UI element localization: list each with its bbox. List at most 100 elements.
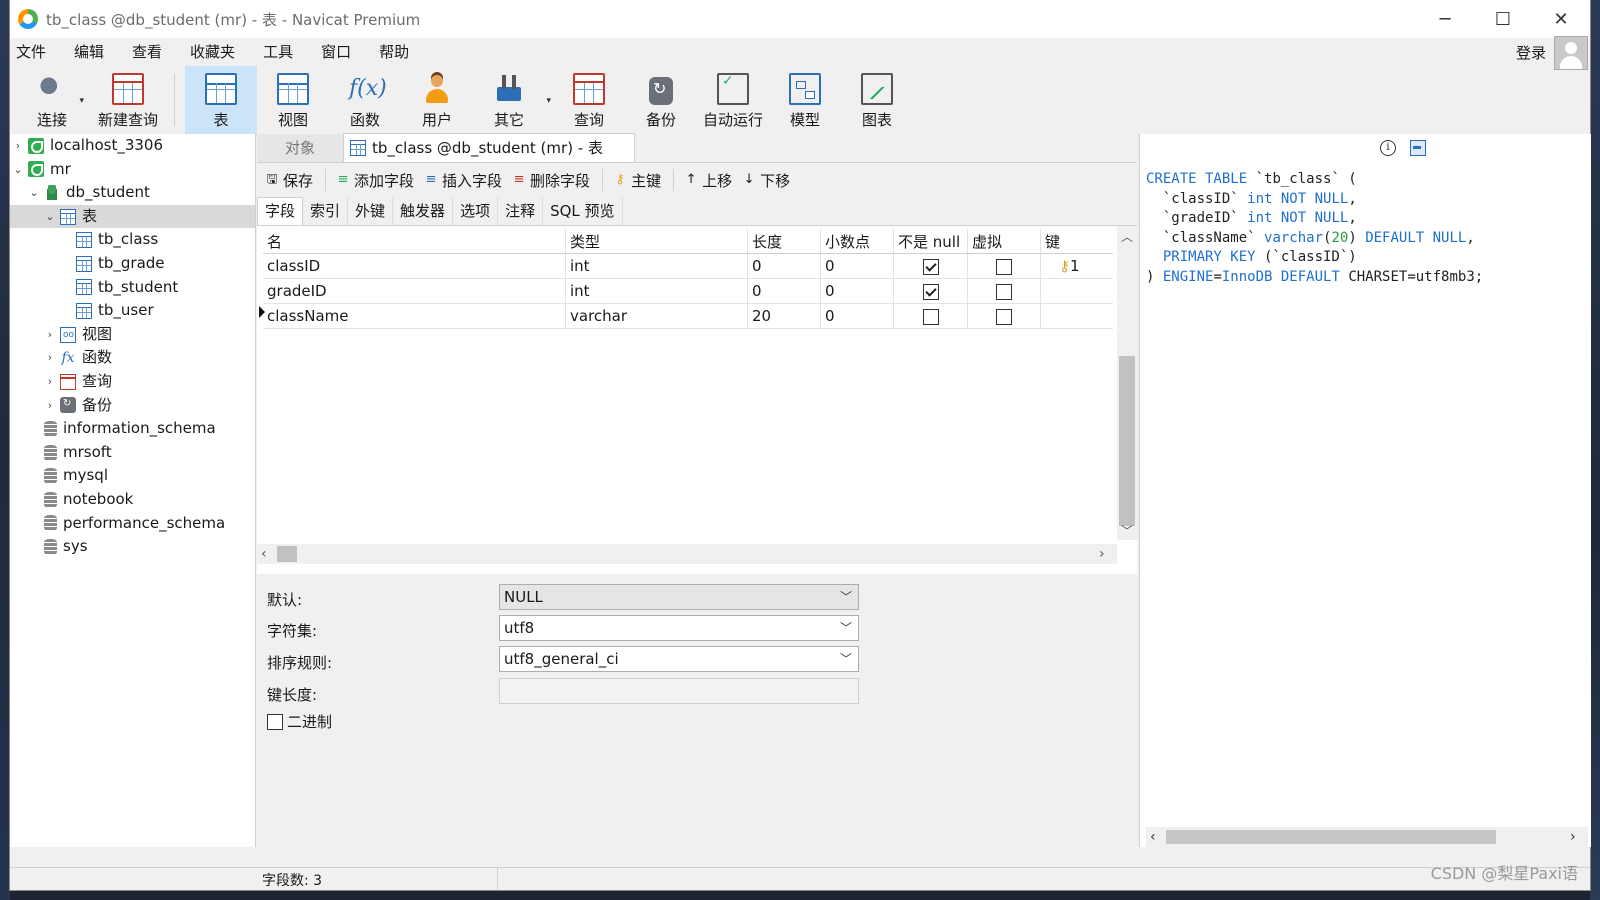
tree-item-sys[interactable]: sys — [10, 535, 255, 559]
expand-chevron-icon[interactable]: › — [42, 346, 58, 370]
tree-item-views[interactable]: › 视图 — [10, 323, 255, 347]
scroll-up-icon[interactable]: ︿ — [1117, 228, 1137, 245]
key-cell[interactable] — [1040, 303, 1113, 329]
tab-triggers[interactable]: 触发器 — [393, 198, 454, 225]
tab-options[interactable]: 选项 — [453, 198, 499, 225]
tree-item-mrsoft[interactable]: mrsoft — [10, 441, 255, 465]
scroll-right-icon[interactable]: › — [1099, 544, 1105, 564]
menu-edit[interactable]: 编辑 — [60, 38, 118, 66]
column-header-name[interactable]: 名 — [263, 229, 566, 254]
field-name-cell[interactable]: className — [263, 303, 566, 329]
menu-favorites[interactable]: 收藏夹 — [176, 38, 249, 66]
tree-item-localhost_3306[interactable]: › localhost_3306 — [10, 134, 255, 158]
close-button[interactable]: ✕ — [1532, 0, 1590, 38]
toolbar-function-button[interactable]: f(x) 函数 — [329, 66, 401, 134]
virtual-checkbox[interactable] — [996, 308, 1012, 325]
expand-chevron-icon[interactable]: › — [42, 394, 58, 418]
horizontal-scrollbar[interactable]: ‹ › — [257, 544, 1117, 564]
scroll-right-icon[interactable]: › — [1570, 827, 1576, 847]
vertical-scrollbar[interactable]: ︿ ﹀ — [1117, 226, 1137, 540]
scroll-down-icon[interactable]: ﹀ — [1117, 522, 1137, 539]
scroll-left-icon[interactable]: ‹ — [261, 544, 267, 564]
field-type-cell[interactable]: int — [565, 253, 748, 279]
field-decimals-cell[interactable]: 0 — [820, 278, 894, 304]
tree-item-tables[interactable]: ⌄ 表 — [10, 204, 255, 229]
tab-table-designer[interactable]: tb_class @db_student (mr) - 表 — [343, 133, 635, 162]
primary-key-button[interactable]: ⚷ 主键 — [609, 170, 665, 191]
tab-foreign-keys[interactable]: 外键 — [348, 198, 394, 225]
toolbar-new-query-button[interactable]: 新建查询 — [92, 66, 164, 134]
insert-field-button[interactable]: ≡ 插入字段 — [420, 170, 506, 191]
tree-item-tb_user[interactable]: tb_user — [10, 299, 255, 323]
move-down-button[interactable]: ↓ 下移 — [738, 170, 794, 191]
scrollbar-thumb[interactable] — [277, 546, 297, 562]
toolbar-query-button[interactable]: 查询 — [553, 66, 625, 134]
tree-item-mysql[interactable]: mysql — [10, 464, 255, 488]
tree-item-mr[interactable]: ⌄ mr — [10, 158, 255, 182]
column-header-key[interactable]: 键 — [1040, 229, 1113, 254]
expand-chevron-icon[interactable]: › — [42, 370, 58, 394]
dropdown-arrow-icon[interactable]: ▾ — [546, 96, 551, 106]
field-name-cell[interactable]: gradeID — [263, 278, 566, 304]
tree-item-db_student[interactable]: ⌄ db_student — [10, 181, 255, 205]
menu-help[interactable]: 帮助 — [365, 38, 423, 66]
toolbar-auto-run-button[interactable]: 自动运行 — [697, 66, 769, 134]
scrollbar-thumb[interactable] — [1166, 830, 1496, 844]
tree-item-backups[interactable]: › 备份 — [10, 394, 255, 418]
toolbar-model-button[interactable]: 模型 — [769, 66, 841, 134]
tab-fields[interactable]: 字段 — [257, 197, 304, 225]
tab-comment[interactable]: 注释 — [498, 198, 544, 225]
menu-tools[interactable]: 工具 — [249, 38, 307, 66]
tree-item-performance_schema[interactable]: performance_schema — [10, 512, 255, 536]
toolbar-other-button[interactable]: 其它 ▾ — [473, 66, 551, 134]
tab-indexes[interactable]: 索引 — [303, 198, 349, 225]
field-length-cell[interactable]: 0 — [747, 253, 821, 279]
tree-item-functions[interactable]: › fx 函数 — [10, 346, 255, 370]
column-header-decimals[interactable]: 小数点 — [820, 229, 894, 254]
add-field-button[interactable]: ≡ 添加字段 — [332, 170, 418, 191]
column-header-not-null[interactable]: 不是 null — [893, 229, 968, 254]
virtual-checkbox[interactable] — [996, 283, 1012, 300]
maximize-button[interactable]: ☐ — [1474, 0, 1532, 38]
login-link[interactable]: 登录 — [1516, 42, 1546, 63]
table-row[interactable]: gradeID int 0 0 — [263, 278, 1113, 304]
tree-item-tb_grade[interactable]: tb_grade — [10, 252, 255, 276]
scrollbar-thumb[interactable] — [1119, 356, 1135, 526]
menu-view[interactable]: 查看 — [118, 38, 176, 66]
binary-option[interactable]: 二进制 — [267, 711, 332, 732]
save-button[interactable]: 🖫 保存 — [261, 170, 317, 191]
menu-file[interactable]: 文件 — [10, 38, 60, 66]
not-null-checkbox[interactable] — [922, 258, 939, 275]
default-select[interactable]: NULL ﹀ — [499, 584, 859, 610]
tree-item-tb_class[interactable]: tb_class — [10, 228, 255, 252]
expand-chevron-icon[interactable]: › — [10, 134, 26, 158]
field-type-cell[interactable]: varchar — [565, 303, 748, 329]
move-up-button[interactable]: ↑ 上移 — [680, 170, 736, 191]
column-header-length[interactable]: 长度 — [747, 229, 821, 254]
ddl-icon[interactable] — [1410, 140, 1426, 156]
field-name-cell[interactable]: classID — [263, 253, 566, 279]
tree-item-queries[interactable]: › 查询 — [10, 370, 255, 394]
table-row[interactable]: classID int 0 0 ⚷1 — [263, 253, 1113, 279]
tree-item-tb_student[interactable]: tb_student — [10, 276, 255, 300]
column-header-virtual[interactable]: 虚拟 — [967, 229, 1041, 254]
virtual-checkbox[interactable] — [996, 258, 1012, 275]
charset-select[interactable]: utf8 ﹀ — [499, 615, 859, 641]
toolbar-view-button[interactable]: 视图 — [257, 66, 329, 134]
not-null-checkbox[interactable] — [922, 283, 939, 300]
tab-objects[interactable]: 对象 — [257, 134, 343, 162]
table-row[interactable]: className varchar 20 0 — [263, 303, 1113, 329]
avatar[interactable] — [1554, 36, 1588, 70]
expand-chevron-icon[interactable]: › — [42, 323, 58, 347]
collapse-chevron-icon[interactable]: ⌄ — [10, 158, 26, 182]
scroll-left-icon[interactable]: ‹ — [1150, 827, 1156, 847]
not-null-checkbox[interactable] — [922, 308, 939, 325]
menu-window[interactable]: 窗口 — [307, 38, 365, 66]
toolbar-chart-button[interactable]: 图表 — [841, 66, 913, 134]
dropdown-arrow-icon[interactable]: ▾ — [79, 96, 84, 106]
tab-sql-preview[interactable]: SQL 预览 — [543, 198, 623, 225]
field-decimals-cell[interactable]: 0 — [820, 253, 894, 279]
field-decimals-cell[interactable]: 0 — [820, 303, 894, 329]
collapse-chevron-icon[interactable]: ⌄ — [26, 181, 42, 205]
delete-field-button[interactable]: ≡ 删除字段 — [508, 170, 594, 191]
